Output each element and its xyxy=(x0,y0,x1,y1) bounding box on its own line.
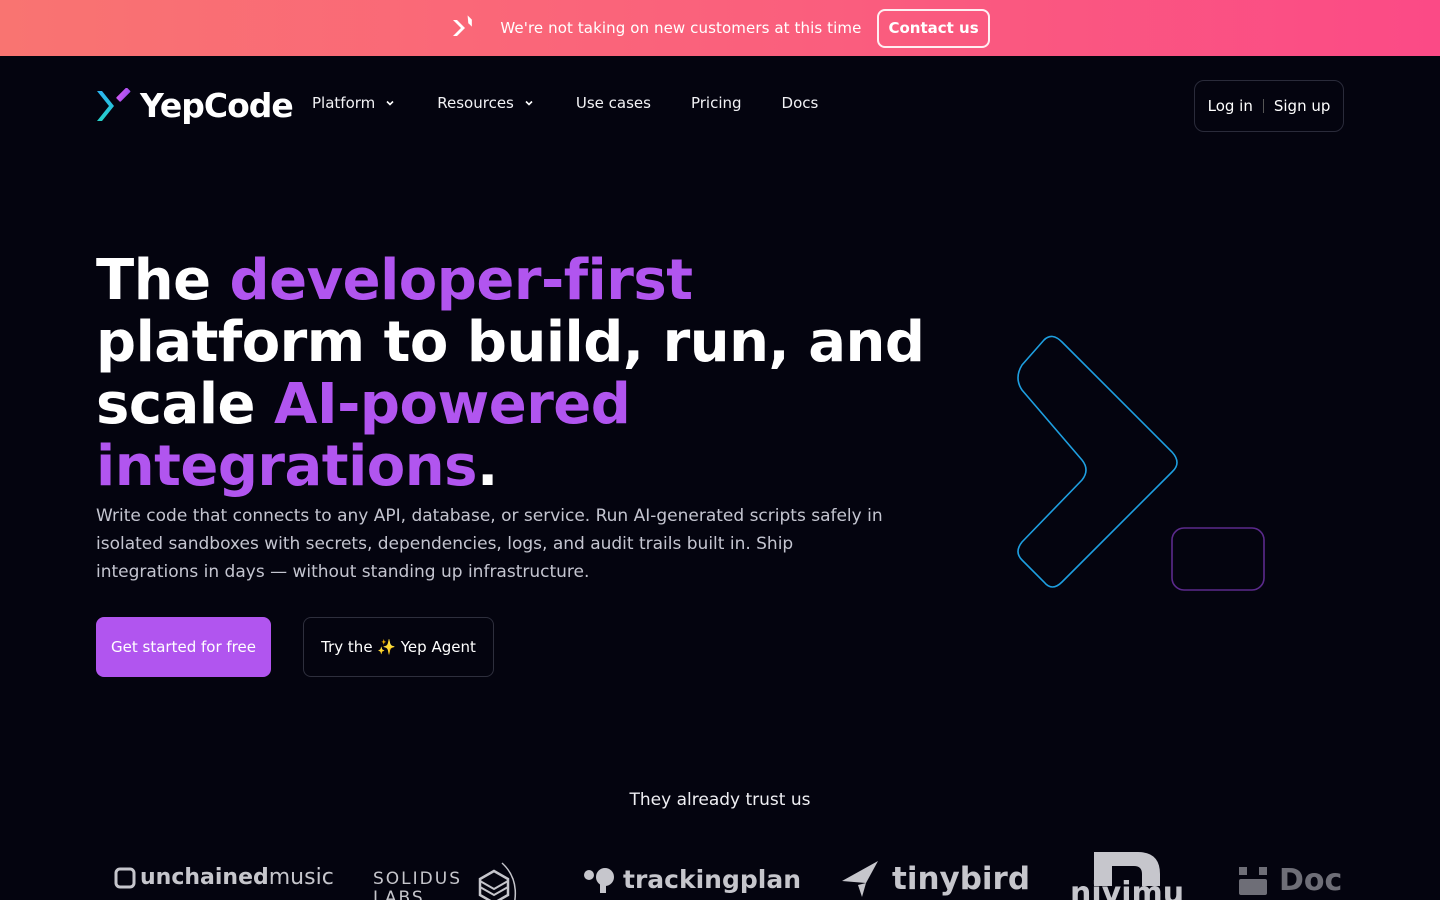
doc-logo: Doc xyxy=(1237,863,1342,898)
nav-item-label: Resources xyxy=(437,94,514,112)
nav-item-pricing[interactable]: Pricing xyxy=(691,94,742,112)
nav-item-docs[interactable]: Docs xyxy=(782,94,819,112)
logo-text: Doc xyxy=(1279,863,1343,898)
logo-text: SOLIDUS xyxy=(373,868,462,889)
hero-description: Write code that connects to any API, dat… xyxy=(96,506,883,582)
get-started-button[interactable]: Get started for free xyxy=(96,617,271,677)
nav-item-use-cases[interactable]: Use cases xyxy=(576,94,651,112)
nav-item-label: Platform xyxy=(312,94,376,112)
nav-item-resources[interactable]: Resources xyxy=(437,94,534,112)
doc-icon xyxy=(1239,866,1267,895)
logo-text: trackingplan xyxy=(623,865,801,894)
logo-text: unchained xyxy=(140,865,269,890)
hero-title: The developer-first platform to build, r… xyxy=(96,250,936,498)
hero-title-accent: developer-first xyxy=(229,248,693,313)
trust-title: They already trust us xyxy=(629,790,811,810)
brand-logo[interactable]: YepCode xyxy=(96,86,294,125)
tinybird-icon xyxy=(842,861,878,897)
signup-link[interactable]: Sign up xyxy=(1274,97,1331,115)
prompt-illustration-icon xyxy=(1017,335,1265,591)
nav-links: Platform Resources Use cases Pricing Doc… xyxy=(312,94,818,112)
contact-us-button[interactable]: Contact us xyxy=(877,8,990,48)
announcement-banner: We're not taking on new customers at thi… xyxy=(0,0,1440,56)
chevron-down-icon xyxy=(525,100,533,106)
try-yep-agent-button[interactable]: Try the ✨ Yep Agent xyxy=(303,617,494,677)
login-link[interactable]: Log in xyxy=(1208,97,1253,115)
logo-text: tinybird xyxy=(892,861,1031,897)
nivimu-logo: nivimu xyxy=(1070,848,1184,900)
trackingplan-icon xyxy=(584,867,614,893)
auth-divider xyxy=(1262,99,1264,113)
chevron-outline xyxy=(1017,335,1178,588)
hero-title-text: The xyxy=(96,248,230,313)
announcement-text: We're not taking on new customers at thi… xyxy=(500,19,862,37)
logo-text: LABS xyxy=(373,887,425,900)
unchained-music-icon xyxy=(114,867,136,888)
brand-name: YepCode xyxy=(140,86,294,125)
hero-title-text: . xyxy=(476,434,498,499)
logo-text: music xyxy=(268,865,334,890)
auth-group: Log in Sign up xyxy=(1194,80,1344,132)
chevron-down-icon xyxy=(386,100,394,106)
logo-text-group: SOLIDUS LABS xyxy=(373,868,462,900)
solidus-labs-icon xyxy=(478,862,517,900)
customer-logos: unchained music SOLIDUS LABS trackingplan… xyxy=(0,845,1440,900)
yepcode-mark-icon xyxy=(453,15,473,36)
main-nav: YepCode Platform Resources Use cases Pri… xyxy=(0,56,1440,156)
tinybird-logo: tinybird xyxy=(840,859,1030,899)
trackingplan-logo: trackingplan xyxy=(583,865,801,894)
unchained-music-logo: unchained music xyxy=(114,865,334,890)
nav-item-platform[interactable]: Platform xyxy=(312,94,395,112)
logo-text: nivimu xyxy=(1070,876,1185,900)
yepcode-logo-icon xyxy=(97,87,131,121)
cursor-box xyxy=(1171,527,1265,591)
solidus-labs-logo: SOLIDUS LABS xyxy=(373,861,522,900)
